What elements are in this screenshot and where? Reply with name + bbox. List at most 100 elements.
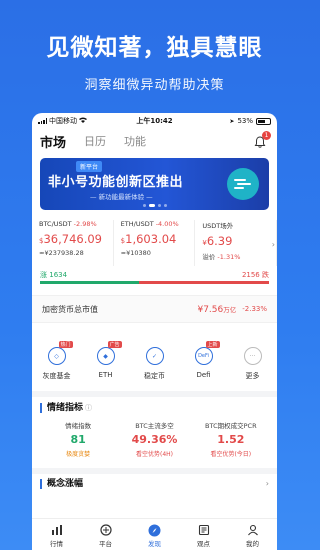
market-cap-change: -2.33%: [242, 305, 267, 313]
platform-icon: [99, 523, 113, 537]
signal-icon: [38, 118, 47, 124]
promo-title: 见微知著，独具慧眼: [46, 35, 263, 61]
sentiment-index[interactable]: 情绪指数 81 极度贪婪: [40, 420, 116, 458]
metric-desc: 看空优势(4H): [135, 451, 173, 458]
phone-screen: 中国移动 上午10:42 ➤ 53% 市场 日历 功能 1 新平台 非小号功能创…: [32, 113, 277, 550]
news-icon: [197, 523, 211, 537]
premium-change: -1.31%: [217, 253, 241, 261]
market-cap-unit: 万亿: [223, 305, 237, 314]
grayscale-icon: ◇: [47, 347, 66, 365]
info-icon[interactable]: ⓘ: [85, 404, 92, 412]
tabbar-label: 平台: [99, 540, 112, 548]
tab-market[interactable]: 市场: [40, 132, 66, 151]
quote-card-eth[interactable]: ETH/USDT -4.00% $1,603.04 ≈¥10380: [114, 220, 196, 266]
defi-icon: DeFi: [194, 347, 213, 365]
down-count: 2156: [241, 271, 260, 279]
bottom-tab-bar: 行情 平台 发现 观点 我的: [32, 518, 277, 550]
sentiment-section: 情绪指标 ⓘ 情绪指数 81 极度贪婪 BTC主流多空 49.36% 看空优势(4…: [32, 391, 277, 458]
chevron-right-icon[interactable]: ›: [272, 240, 275, 249]
metric-desc: 看空优势(今日): [210, 451, 252, 458]
market-cap-value: ¥7.56: [197, 304, 224, 315]
quote-price: 6.39: [206, 234, 233, 248]
quote-card-btc[interactable]: BTC/USDT -2.98% $36,746.09 ≈¥237938.28: [32, 220, 114, 266]
quote-cards: BTC/USDT -2.98% $36,746.09 ≈¥237938.28 ET…: [32, 220, 277, 266]
tabbar-label: 观点: [197, 540, 210, 548]
quote-card-usdt[interactable]: USDT场外 ¥6.39 溢价 -1.31%: [195, 220, 277, 266]
quote-change: -4.00%: [155, 220, 179, 228]
wifi-icon: [79, 117, 87, 125]
shortcut-tag: 上新: [205, 341, 220, 348]
shortcut-label: 稳定币: [144, 372, 165, 380]
status-bar: 中国移动 上午10:42 ➤ 53%: [32, 113, 277, 129]
battery-label: 53%: [237, 117, 253, 125]
quote-cny: ≈¥237938.28: [39, 249, 84, 257]
market-cap-label: 加密货币总市值: [42, 304, 98, 314]
tabbar-item-platform[interactable]: 平台: [81, 519, 130, 550]
premium-label: 溢价: [202, 253, 216, 261]
banner-title: 非小号功能创新区推出: [48, 175, 184, 190]
btc-options-pcr[interactable]: BTC期权成交PCR 1.52 看空优势(今日): [193, 420, 269, 458]
top-tabs: 市场 日历 功能 1: [32, 129, 277, 153]
metric-desc: 极度贪婪: [66, 451, 91, 458]
metric-value: 1.52: [217, 433, 245, 446]
banner-logo-icon: [227, 168, 259, 200]
tab-calendar[interactable]: 日历: [84, 133, 106, 149]
tabbar-label: 我的: [246, 540, 259, 548]
compass-icon: [148, 523, 162, 537]
market-cap-row[interactable]: 加密货币总市值 ¥7.56万亿 -2.33%: [32, 295, 277, 323]
tab-features[interactable]: 功能: [124, 133, 146, 149]
user-icon: [246, 523, 260, 537]
shortcut-stablecoin[interactable]: ✓ 稳定币: [135, 347, 175, 391]
tabbar-item-views[interactable]: 观点: [179, 519, 228, 550]
shortcut-defi[interactable]: 上新 DeFi Defi: [184, 341, 224, 391]
quote-cny: ≈¥10380: [120, 249, 151, 257]
tabbar-item-discover[interactable]: 发现: [130, 519, 179, 550]
stablecoin-icon: ✓: [145, 347, 164, 365]
shortcut-label: ETH: [98, 371, 113, 379]
concept-section[interactable]: 概念涨幅 ›: [32, 468, 277, 494]
promo-header: 见微知著，独具慧眼 洞察细微异动帮助决策: [0, 0, 309, 112]
banner-subtitle: — 新功能最新体验 —: [90, 193, 153, 201]
section-title: 情绪指标: [47, 403, 84, 413]
metric-value: 81: [70, 433, 86, 446]
breadth-bar: [40, 281, 269, 284]
btc-long-short[interactable]: BTC主流多空 49.36% 看空优势(4H): [116, 420, 192, 458]
section-title: 概念涨幅: [40, 479, 269, 489]
carrier-label: 中国移动: [49, 117, 77, 125]
notification-badge: 1: [262, 131, 271, 140]
notification-bell-icon[interactable]: 1: [253, 131, 271, 148]
tabbar-label: 发现: [148, 540, 161, 548]
tabbar-label: 行情: [50, 540, 63, 548]
tabbar-item-me[interactable]: 我的: [228, 519, 277, 550]
quote-pair: BTC/USDT: [39, 220, 72, 228]
shortcut-eth[interactable]: 广告 ◆ ETH: [86, 341, 126, 391]
promo-subtitle: 洞察细微异动帮助决策: [84, 78, 225, 93]
up-label: 涨: [40, 271, 47, 279]
shortcut-label: Defi: [196, 371, 211, 379]
quote-change: -2.98%: [73, 220, 97, 228]
chart-icon: [50, 523, 64, 537]
metric-label: BTC主流多空: [135, 422, 174, 430]
shortcut-grayscale[interactable]: 热门 ◇ 灰度基金: [37, 341, 77, 391]
location-icon: ➤: [229, 117, 235, 125]
tabbar-item-market[interactable]: 行情: [32, 519, 81, 550]
shortcut-label: 灰度基金: [42, 372, 71, 380]
more-icon: ···: [243, 347, 262, 365]
down-label: 跌: [262, 271, 269, 279]
shortcut-tag: 广告: [107, 341, 122, 348]
market-breadth: 涨 1634 2156 跌: [40, 270, 269, 292]
shortcut-more[interactable]: ··· 更多: [233, 347, 273, 391]
chevron-right-icon[interactable]: ›: [266, 479, 269, 488]
shortcut-grid: 热门 ◇ 灰度基金 广告 ◆ ETH ✓ 稳定币 上新 DeFi Defi ··…: [32, 341, 277, 391]
shortcut-tag: 热门: [58, 341, 73, 348]
promo-banner[interactable]: 新平台 非小号功能创新区推出 — 新功能最新体验 —: [40, 158, 269, 210]
quote-pair: USDT场外: [202, 222, 234, 230]
breadth-bar-up: [40, 281, 139, 284]
metric-label: 情绪指数: [65, 422, 92, 430]
breadth-bar-down: [138, 281, 269, 284]
up-count: 1634: [49, 271, 68, 279]
shortcut-label: 更多: [245, 372, 260, 380]
quote-pair: ETH/USDT: [120, 220, 154, 228]
banner-pager: [40, 204, 269, 207]
quote-price: 1,603.04: [125, 232, 177, 246]
